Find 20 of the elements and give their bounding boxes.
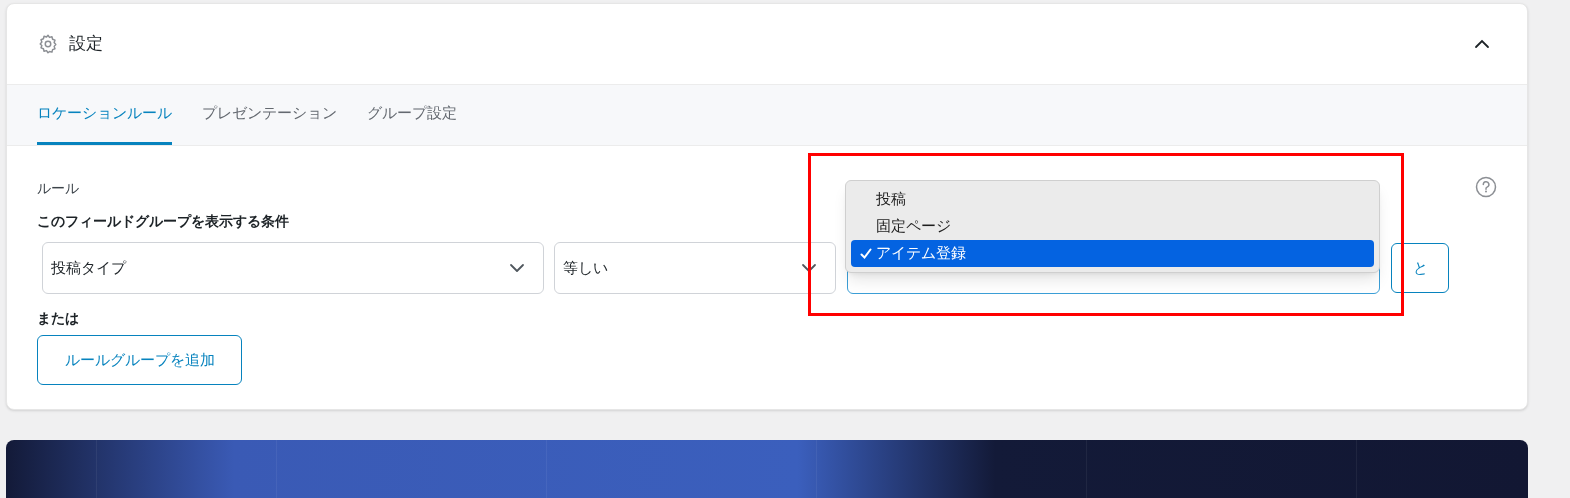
dropdown-option[interactable]: 固定ページ	[851, 213, 1374, 240]
panel-title: 設定	[69, 33, 103, 56]
param-select[interactable]: 投稿タイプ	[42, 242, 544, 294]
dropdown-option[interactable]: 投稿	[851, 186, 1374, 213]
dropdown-option[interactable]: アイテム登録	[851, 240, 1374, 267]
condition-heading: このフィールドグループを表示する条件	[37, 212, 289, 231]
caret-icon	[1474, 39, 1490, 49]
or-label: または	[37, 309, 79, 328]
operator-select[interactable]: 等しい	[554, 242, 836, 294]
tab[interactable]: ロケーションルール	[37, 85, 172, 145]
and-button[interactable]: と	[1391, 243, 1449, 293]
add-rule-group-button[interactable]: ルールグループを追加	[37, 335, 242, 385]
tab[interactable]: グループ設定	[367, 85, 457, 145]
chevron-icon	[801, 263, 817, 273]
rules-label: ルール	[37, 179, 79, 198]
tab[interactable]: プレゼンテーション	[202, 85, 337, 145]
gear-icon	[37, 33, 59, 55]
help-icon[interactable]	[1475, 176, 1497, 198]
checkmark-icon	[860, 247, 872, 260]
chevron-icon	[509, 263, 525, 273]
